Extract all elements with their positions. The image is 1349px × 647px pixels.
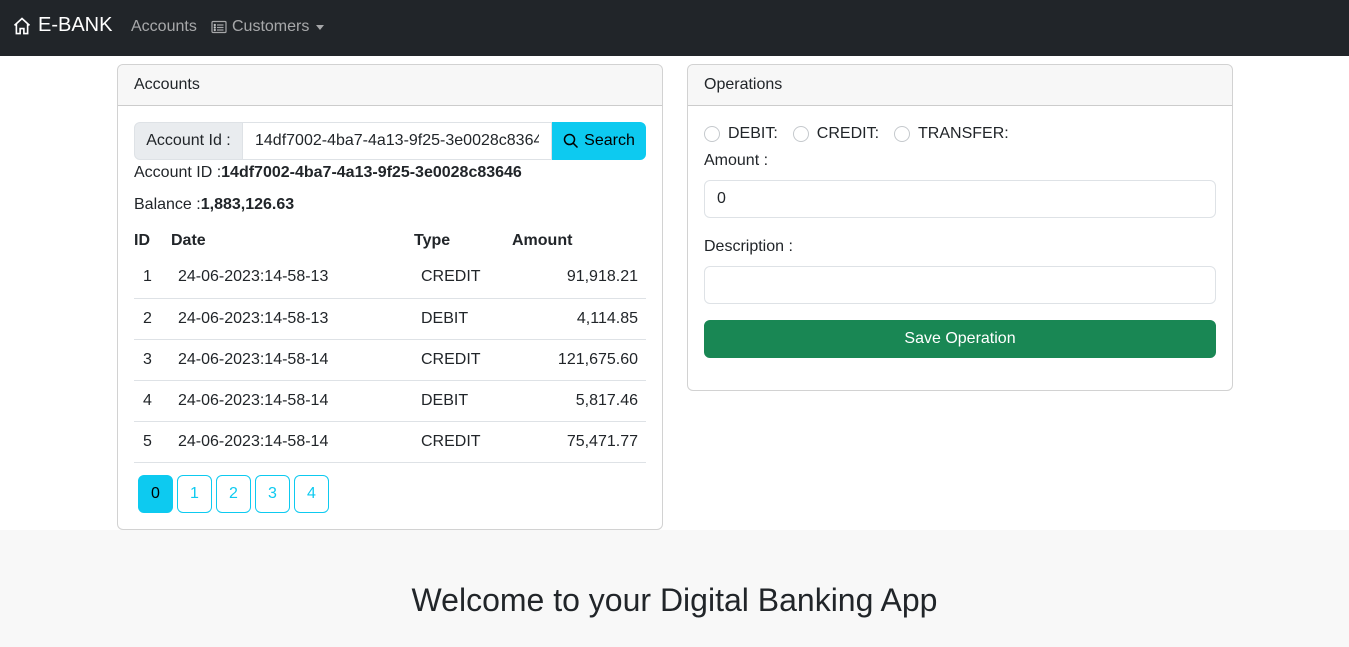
page-button-1[interactable]: 1 bbox=[177, 475, 212, 513]
cell-date: 24-06-2023:14-58-14 bbox=[171, 421, 414, 463]
cell-type: DEBIT bbox=[414, 298, 512, 340]
cell-amount: 91,918.21 bbox=[512, 257, 646, 299]
account-id-value: 14df7002-4ba7-4a13-9f25-3e0028c83646 bbox=[221, 164, 522, 181]
accounts-card: Accounts Account Id : Search Account ID … bbox=[117, 64, 663, 530]
search-button[interactable]: Search bbox=[552, 122, 646, 160]
cell-amount: 121,675.60 bbox=[512, 339, 646, 381]
cell-date: 24-06-2023:14-58-14 bbox=[171, 339, 414, 381]
chevron-down-icon bbox=[316, 25, 325, 30]
cell-amount: 5,817.46 bbox=[512, 380, 646, 422]
radio-debit[interactable] bbox=[704, 126, 720, 142]
nav-customers-dropdown[interactable]: Customers bbox=[211, 18, 325, 36]
column-header-type: Type bbox=[414, 232, 451, 249]
cell-type: CREDIT bbox=[414, 421, 512, 463]
brand-link[interactable]: E-BANK bbox=[12, 14, 112, 37]
cell-date: 24-06-2023:14-58-13 bbox=[171, 298, 414, 340]
pagination: 0 1 2 3 4 bbox=[138, 475, 329, 513]
radio-credit[interactable] bbox=[792, 126, 809, 142]
column-header-id: ID bbox=[134, 232, 150, 249]
navbar: E-BANK Accounts Customers bbox=[0, 0, 1349, 56]
cell-id: 5 bbox=[134, 421, 171, 463]
transactions-table: ID Date Type Amount 1 24-06-2023:14-58-1… bbox=[134, 225, 646, 463]
radio-transfer-label: TRANSFER: bbox=[918, 125, 1009, 142]
balance-value: 1,883,126.63 bbox=[200, 196, 295, 213]
account-id-label: Account ID : bbox=[134, 164, 222, 181]
cell-id: 1 bbox=[134, 257, 171, 299]
balance-label: Balance : bbox=[134, 196, 201, 213]
cell-id: 4 bbox=[134, 380, 171, 422]
nav-accounts-label: Accounts bbox=[131, 18, 197, 35]
table-row: 4 24-06-2023:14-58-14 DEBIT 5,817.46 bbox=[134, 380, 646, 422]
column-header-date: Date bbox=[171, 232, 206, 249]
page-button-2[interactable]: 2 bbox=[216, 475, 251, 513]
cell-type: DEBIT bbox=[414, 380, 512, 422]
account-id-input-label: Account Id : bbox=[134, 122, 243, 160]
accounts-card-title: Accounts bbox=[134, 76, 200, 93]
welcome-title: Welcome to your Digital Banking App bbox=[411, 582, 938, 618]
accounts-card-header: Accounts bbox=[118, 65, 662, 106]
balance-line: Balance :1,883,126.63 bbox=[134, 196, 294, 214]
cell-amount: 4,114.85 bbox=[512, 298, 646, 340]
table-row: 1 24-06-2023:14-58-13 CREDIT 91,918.21 bbox=[134, 257, 646, 299]
house-icon bbox=[13, 16, 31, 34]
table-row: 5 24-06-2023:14-58-14 CREDIT 75,471.77 bbox=[134, 421, 646, 463]
amount-input[interactable] bbox=[704, 180, 1216, 218]
cell-amount: 75,471.77 bbox=[512, 421, 646, 463]
nav-accounts[interactable]: Accounts bbox=[131, 18, 197, 36]
column-header-amount: Amount bbox=[512, 232, 573, 249]
page-button-4[interactable]: 4 bbox=[294, 475, 329, 513]
radio-debit-label: DEBIT: bbox=[728, 125, 778, 142]
cell-type: CREDIT bbox=[414, 339, 512, 381]
save-operation-button[interactable]: Save Operation bbox=[704, 320, 1216, 358]
description-label: Description : bbox=[704, 238, 793, 255]
amount-label: Amount : bbox=[704, 152, 769, 169]
table-row: 3 24-06-2023:14-58-14 CREDIT 121,675.60 bbox=[134, 339, 646, 381]
cell-type: CREDIT bbox=[414, 257, 512, 299]
nav-customers-label: Customers bbox=[232, 18, 310, 35]
radio-transfer[interactable] bbox=[894, 126, 911, 142]
table-row: 2 24-06-2023:14-58-13 DEBIT 4,114.85 bbox=[134, 298, 646, 340]
page-button-0[interactable]: 0 bbox=[138, 475, 173, 513]
welcome-section: Welcome to your Digital Banking App bbox=[0, 530, 1349, 647]
operations-card: Operations DEBIT: CREDIT: TRANSFER: Amou… bbox=[687, 64, 1233, 391]
cell-id: 3 bbox=[134, 339, 171, 381]
search-icon bbox=[563, 133, 579, 149]
cell-id: 2 bbox=[134, 298, 171, 340]
account-search-group: Account Id : Search bbox=[134, 122, 646, 160]
account-id-input[interactable] bbox=[243, 122, 552, 160]
description-input[interactable] bbox=[704, 266, 1216, 304]
operations-card-header: Operations bbox=[688, 65, 1232, 106]
table-header-row: ID Date Type Amount bbox=[134, 225, 646, 257]
radio-credit-label: CREDIT: bbox=[816, 125, 880, 142]
brand-label: E-BANK bbox=[38, 14, 113, 36]
cell-date: 24-06-2023:14-58-14 bbox=[171, 380, 414, 422]
search-button-label: Search bbox=[584, 132, 635, 149]
operation-type-radios: DEBIT: CREDIT: TRANSFER: bbox=[704, 125, 1024, 143]
operations-card-title: Operations bbox=[704, 76, 783, 93]
card-list-icon bbox=[211, 20, 227, 34]
page-button-3[interactable]: 3 bbox=[255, 475, 290, 513]
cell-date: 24-06-2023:14-58-13 bbox=[171, 257, 414, 299]
account-id-line: Account ID :14df7002-4ba7-4a13-9f25-3e00… bbox=[134, 164, 522, 182]
